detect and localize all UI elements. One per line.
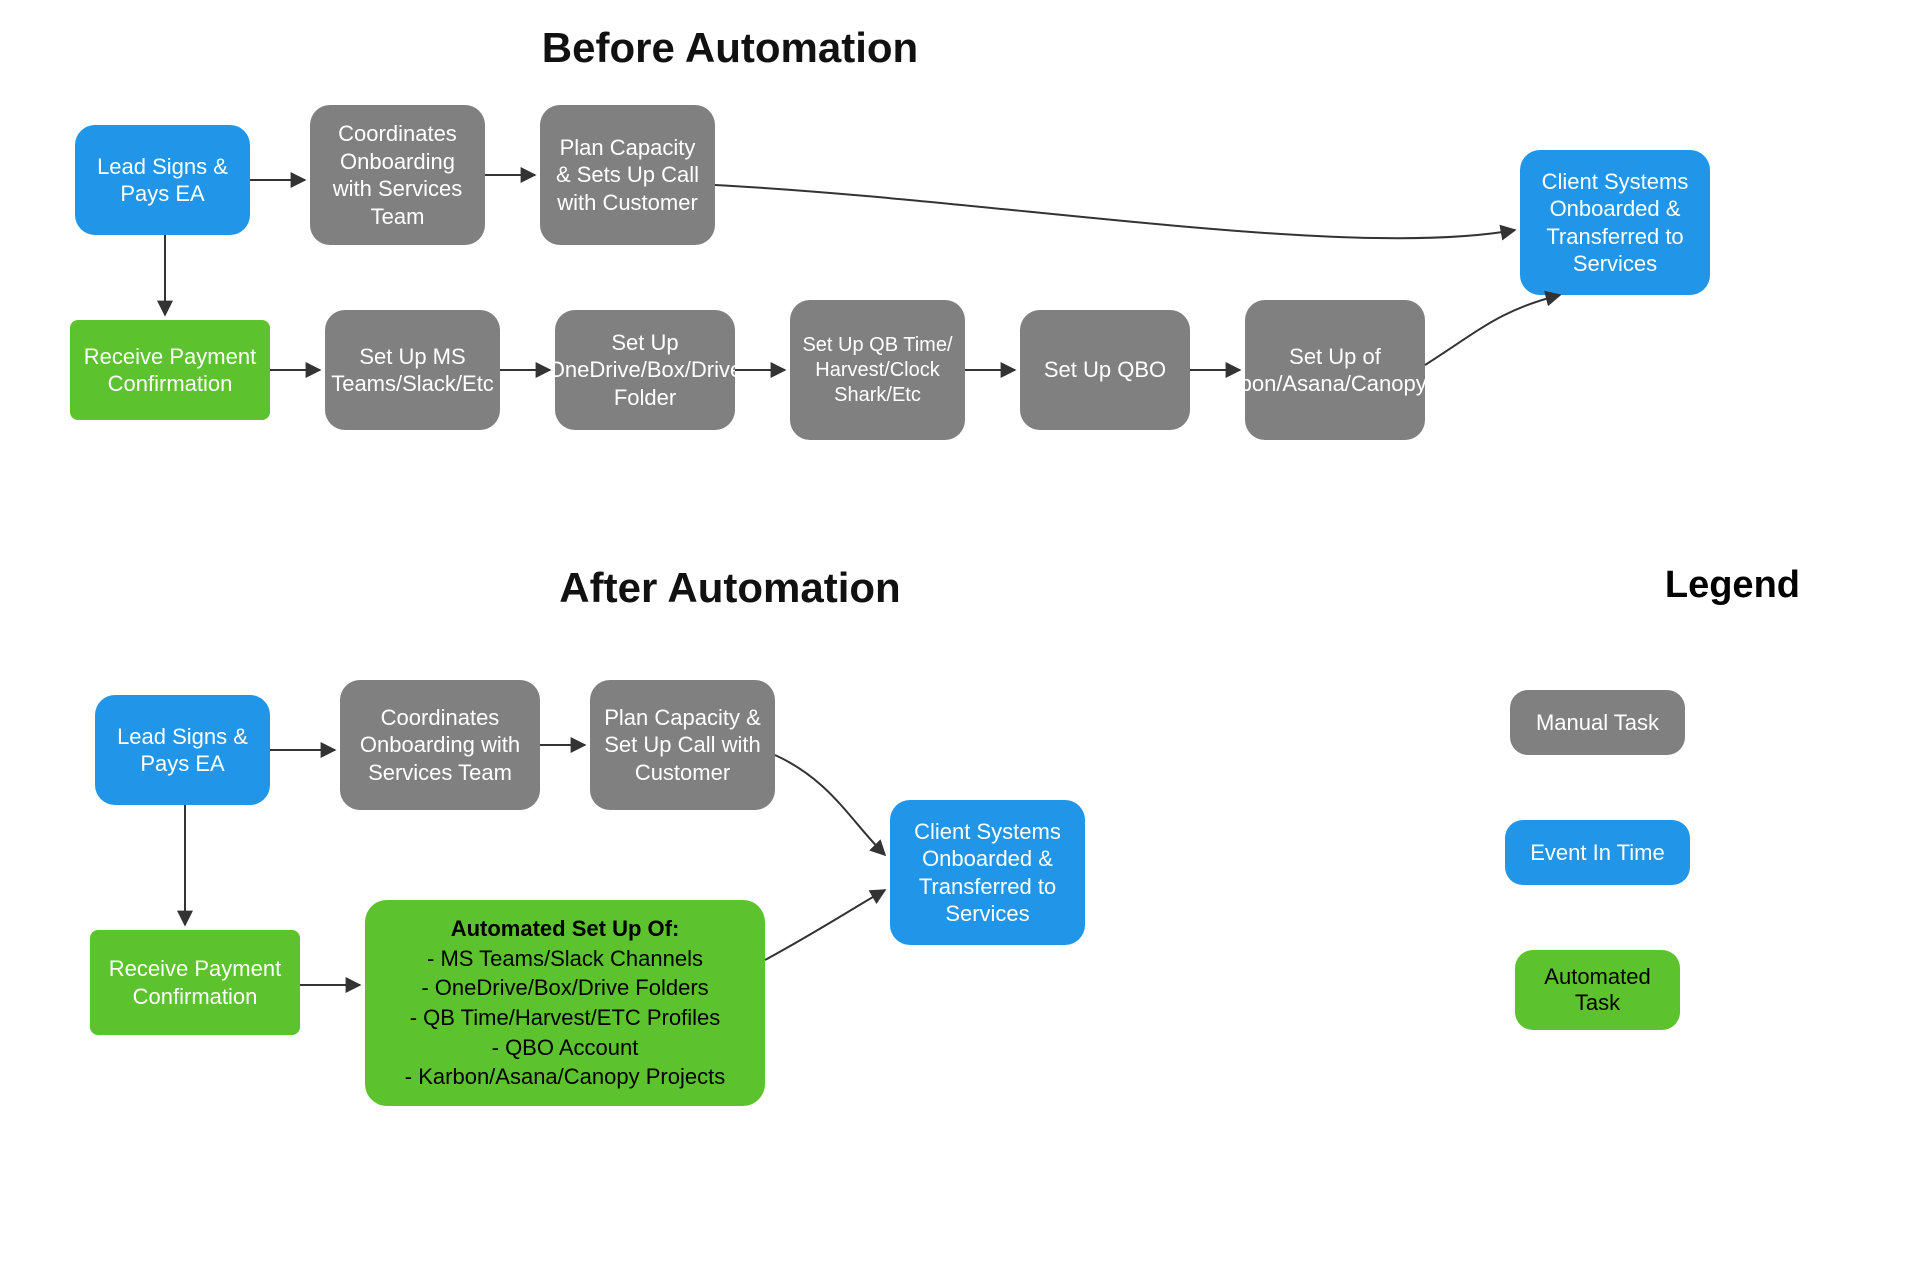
node-before-coord: Coordinates Onboarding with Services Tea… xyxy=(310,105,485,245)
node-before-receive: Receive Payment Confirmation xyxy=(70,320,270,420)
auto-line: - QBO Account xyxy=(389,1033,741,1063)
title-before: Before Automation xyxy=(0,24,1460,72)
node-after-automated: Automated Set Up Of: - MS Teams/Slack Ch… xyxy=(365,900,765,1106)
auto-line: - Karbon/Asana/Canopy Projects xyxy=(389,1062,741,1092)
node-after-plan: Plan Capacity & Set Up Call with Custome… xyxy=(590,680,775,810)
legend-title: Legend xyxy=(1665,564,1800,607)
edge xyxy=(765,890,885,960)
auto-line: - QB Time/Harvest/ETC Profiles xyxy=(389,1003,741,1033)
legend-auto: Automated Task xyxy=(1515,950,1680,1030)
legend-manual: Manual Task xyxy=(1510,690,1685,755)
auto-line: - MS Teams/Slack Channels xyxy=(389,944,741,974)
node-after-final: Client Systems Onboarded & Transferred t… xyxy=(890,800,1085,945)
node-before-drive: Set Up OneDrive/Box/Drive Folder xyxy=(555,310,735,430)
node-before-plan: Plan Capacity & Sets Up Call with Custom… xyxy=(540,105,715,245)
auto-header: Automated Set Up Of: xyxy=(389,914,741,944)
node-before-final: Client Systems Onboarded & Transferred t… xyxy=(1520,150,1710,295)
node-after-receive: Receive Payment Confirmation xyxy=(90,930,300,1035)
node-before-karbon: Set Up of Karbon/Asana/Canopy/Etc xyxy=(1245,300,1425,440)
node-before-ms: Set Up MS Teams/Slack/Etc xyxy=(325,310,500,430)
title-after: After Automation xyxy=(0,564,1460,612)
node-after-coord: Coordinates Onboarding with Services Tea… xyxy=(340,680,540,810)
edge xyxy=(715,185,1515,238)
auto-line: - OneDrive/Box/Drive Folders xyxy=(389,973,741,1003)
node-after-lead: Lead Signs & Pays EA xyxy=(95,695,270,805)
node-before-qbtime: Set Up QB Time/ Harvest/Clock Shark/Etc xyxy=(790,300,965,440)
node-before-qbo: Set Up QBO xyxy=(1020,310,1190,430)
node-before-lead: Lead Signs & Pays EA xyxy=(75,125,250,235)
edge xyxy=(775,755,885,855)
legend-event: Event In Time xyxy=(1505,820,1690,885)
